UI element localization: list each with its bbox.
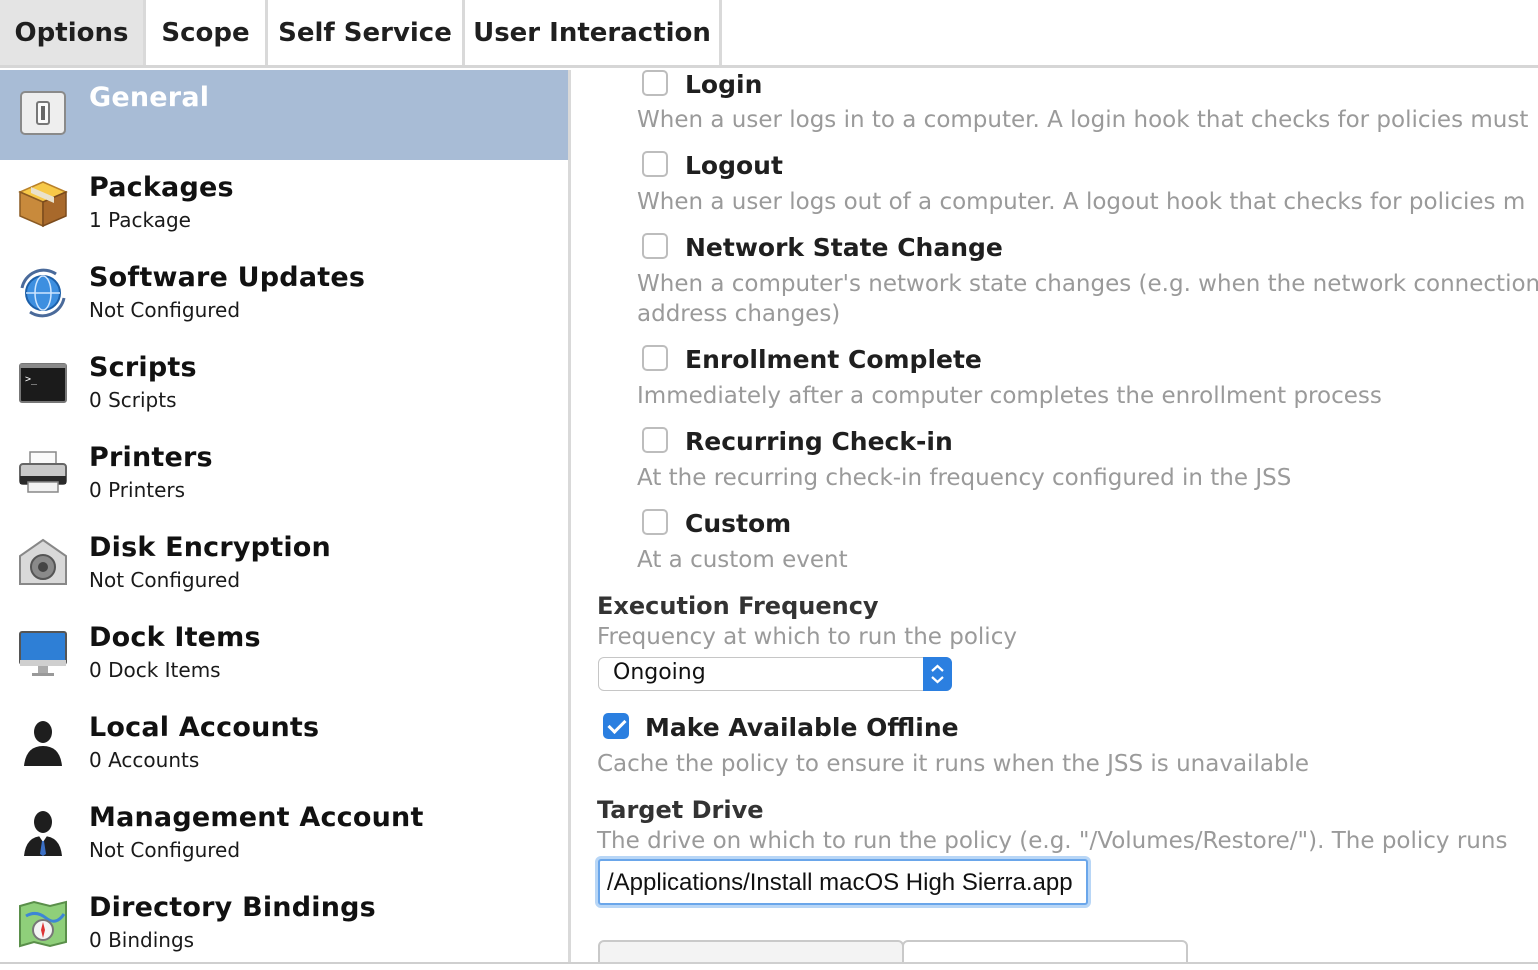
bottom-segment-right[interactable]	[902, 940, 1188, 964]
recurring-check-in-checkbox[interactable]	[642, 427, 668, 453]
network-state-change-label: Network State Change	[685, 233, 1003, 262]
execution-frequency-description: Frequency at which to run the policy	[597, 624, 1017, 650]
target-drive-description: The drive on which to run the policy (e.…	[597, 828, 1508, 854]
tab-bar: Options Scope Self Service User Interact…	[0, 0, 1538, 68]
login-label: Login	[685, 70, 763, 99]
select-arrows-icon	[923, 657, 952, 691]
sidebar-item-title: General	[89, 82, 210, 113]
sidebar-item-title: Packages	[89, 172, 234, 203]
sidebar-item-printers[interactable]: Printers 0 Printers	[0, 430, 568, 520]
sidebar-item-subtitle: Not Configured	[89, 838, 241, 862]
network-state-change-description: When a computer's network state changes …	[637, 271, 1538, 297]
sidebar-item-title: Local Accounts	[89, 712, 320, 743]
execution-frequency-label: Execution Frequency	[597, 592, 879, 620]
sidebar-item-title: Printers	[89, 442, 213, 473]
admin-user-icon	[24, 811, 62, 856]
logout-label: Logout	[685, 151, 783, 180]
monitor-icon	[19, 631, 67, 676]
switch-icon	[20, 91, 66, 135]
sidebar-item-subtitle: 0 Scripts	[89, 388, 177, 412]
terminal-icon: >_	[19, 363, 67, 403]
bottom-segment-left[interactable]	[598, 940, 904, 964]
make-available-offline-label: Make Available Offline	[645, 713, 959, 742]
target-drive-label: Target Drive	[597, 796, 764, 824]
sidebar-item-title: Management Account	[89, 802, 424, 833]
custom-label: Custom	[685, 509, 792, 538]
target-drive-value: /Applications/Install macOS High Sierra.…	[607, 869, 1073, 896]
software-update-icon	[20, 268, 66, 318]
logout-description: When a user logs out of a computer. A lo…	[637, 189, 1526, 215]
tab-scope[interactable]: Scope	[146, 0, 268, 65]
network-state-change-checkbox[interactable]	[642, 233, 668, 259]
tab-user-interaction[interactable]: User Interaction	[465, 0, 722, 65]
sidebar-item-subtitle: 1 Package	[89, 208, 191, 232]
tab-self-service[interactable]: Self Service	[268, 0, 465, 65]
recurring-check-in-label: Recurring Check-in	[685, 427, 953, 456]
enrollment-complete-description: Immediately after a computer completes t…	[637, 383, 1382, 409]
printer-icon	[19, 451, 67, 493]
sidebar-item-packages[interactable]: Packages 1 Package	[0, 160, 568, 250]
network-state-change-description-line2: address changes)	[637, 301, 841, 327]
login-checkbox[interactable]	[642, 70, 668, 96]
sidebar: General Packages 1 Package Software Upda…	[0, 70, 568, 964]
sidebar-item-subtitle: Not Configured	[89, 568, 241, 592]
package-icon	[18, 181, 68, 228]
make-available-offline-checkbox[interactable]	[603, 713, 629, 739]
sidebar-item-general[interactable]: General	[0, 70, 568, 160]
disk-encryption-icon	[19, 538, 67, 585]
sidebar-item-directory-bindings[interactable]: Directory Bindings 0 Bindings	[0, 880, 568, 970]
enrollment-complete-checkbox[interactable]	[642, 345, 668, 371]
execution-frequency-select[interactable]: Ongoing	[598, 657, 952, 691]
recurring-check-in-description: At the recurring check-in frequency conf…	[637, 465, 1292, 491]
enrollment-complete-label: Enrollment Complete	[685, 345, 982, 374]
sidebar-item-subtitle: 0 Dock Items	[89, 658, 221, 682]
sidebar-item-title: Disk Encryption	[89, 532, 331, 563]
login-description: When a user logs in to a computer. A log…	[637, 107, 1529, 133]
sidebar-item-management-account[interactable]: Management Account Not Configured	[0, 790, 568, 880]
sidebar-item-title: Dock Items	[89, 622, 261, 653]
sidebar-item-title: Software Updates	[89, 262, 366, 293]
map-compass-icon	[19, 900, 67, 948]
sidebar-item-subtitle: 0 Printers	[89, 478, 186, 502]
sidebar-item-disk-encryption[interactable]: Disk Encryption Not Configured	[0, 520, 568, 610]
make-available-offline-description: Cache the policy to ensure it runs when …	[597, 751, 1310, 777]
sidebar-item-title: Directory Bindings	[89, 892, 376, 923]
svg-text:>_: >_	[25, 374, 38, 385]
target-drive-input[interactable]: /Applications/Install macOS High Sierra.…	[598, 859, 1088, 905]
user-icon	[24, 721, 62, 766]
sidebar-item-subtitle: Not Configured	[89, 298, 241, 322]
tab-options[interactable]: Options	[0, 0, 146, 65]
sidebar-item-subtitle: 0 Bindings	[89, 928, 195, 952]
sidebar-item-subtitle: 0 Accounts	[89, 748, 200, 772]
execution-frequency-value: Ongoing	[613, 660, 706, 685]
sidebar-item-software-updates[interactable]: Software Updates Not Configured	[0, 250, 568, 340]
sidebar-item-title: Scripts	[89, 352, 197, 383]
logout-checkbox[interactable]	[642, 151, 668, 177]
sidebar-item-scripts[interactable]: >_ Scripts 0 Scripts	[0, 340, 568, 430]
custom-checkbox[interactable]	[642, 509, 668, 535]
sidebar-item-dock-items[interactable]: Dock Items 0 Dock Items	[0, 610, 568, 700]
policy-options-panel: Login When a user logs in to a computer.…	[571, 70, 1538, 964]
custom-description: At a custom event	[637, 547, 848, 573]
sidebar-item-local-accounts[interactable]: Local Accounts 0 Accounts	[0, 700, 568, 790]
